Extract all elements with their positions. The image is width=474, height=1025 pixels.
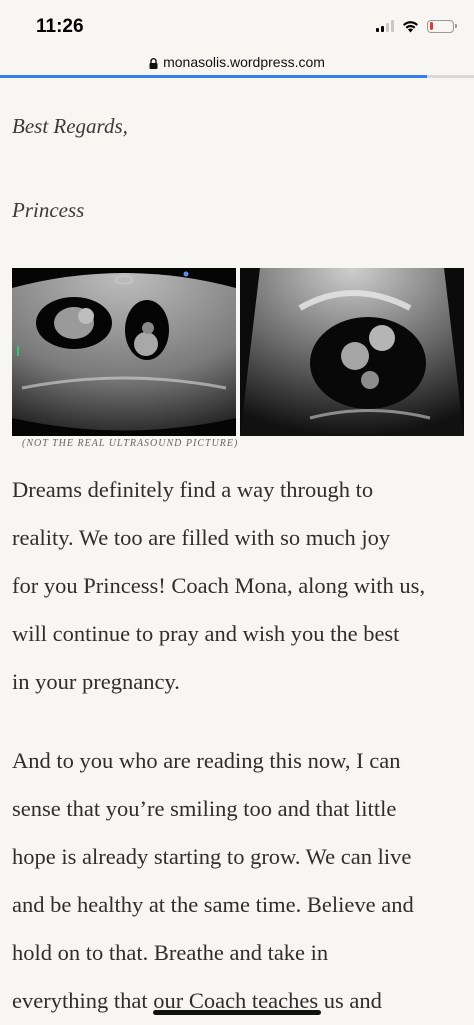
ultrasound-image-right[interactable]	[240, 268, 464, 436]
paragraph-1-line: Dreams definitely find a way through to	[12, 477, 374, 502]
paragraph-2: And to you who are reading this now, I c…	[12, 737, 464, 1025]
wifi-icon	[403, 20, 418, 32]
signature-text: Princess	[12, 198, 85, 222]
paragraph-1-line: reality. We too are filled with so much …	[12, 525, 391, 550]
cellular-signal-icon	[376, 20, 394, 32]
paragraph-2-line: everything that our Coach teaches us and	[12, 988, 382, 1013]
paragraph-2-line: And to you who are reading this now, I c…	[12, 748, 401, 773]
ultrasound-image-left[interactable]	[12, 268, 236, 436]
battery-level	[429, 22, 433, 30]
lock-icon	[149, 57, 158, 69]
battery-icon	[427, 19, 457, 33]
paragraph-2-line: hope is already starting to grow. We can…	[12, 844, 412, 869]
image-caption: (NOT THE REAL ULTRASOUND PICTURE)	[22, 438, 239, 449]
paragraph-1-line: in your pregnancy.	[12, 669, 180, 694]
address-bar[interactable]: monasolis.wordpress.com	[0, 50, 474, 74]
page-load-progress-fill	[0, 75, 427, 78]
paragraph-1-line: for you Princess! Coach Mona, along with…	[12, 573, 426, 598]
ultrasound-images	[12, 268, 464, 436]
paragraph-1: Dreams definitely find a way through to …	[12, 466, 464, 706]
url-text: monasolis.wordpress.com	[163, 54, 325, 70]
status-time: 11:26	[36, 16, 84, 37]
paragraph-1-line: will continue to pray and wish you the b…	[12, 621, 400, 646]
page-load-progress	[0, 75, 474, 78]
paragraph-2-line: sense that you’re smiling too and that l…	[12, 796, 397, 821]
status-bar: 11:26	[0, 0, 474, 50]
status-icons	[376, 18, 457, 34]
closing-text: Best Regards,	[12, 114, 128, 138]
home-indicator[interactable]	[153, 1010, 321, 1015]
paragraph-2-line: hold on to that. Breathe and take in	[12, 940, 329, 965]
paragraph-2-line: and be healthy at the same time. Believe…	[12, 892, 414, 917]
